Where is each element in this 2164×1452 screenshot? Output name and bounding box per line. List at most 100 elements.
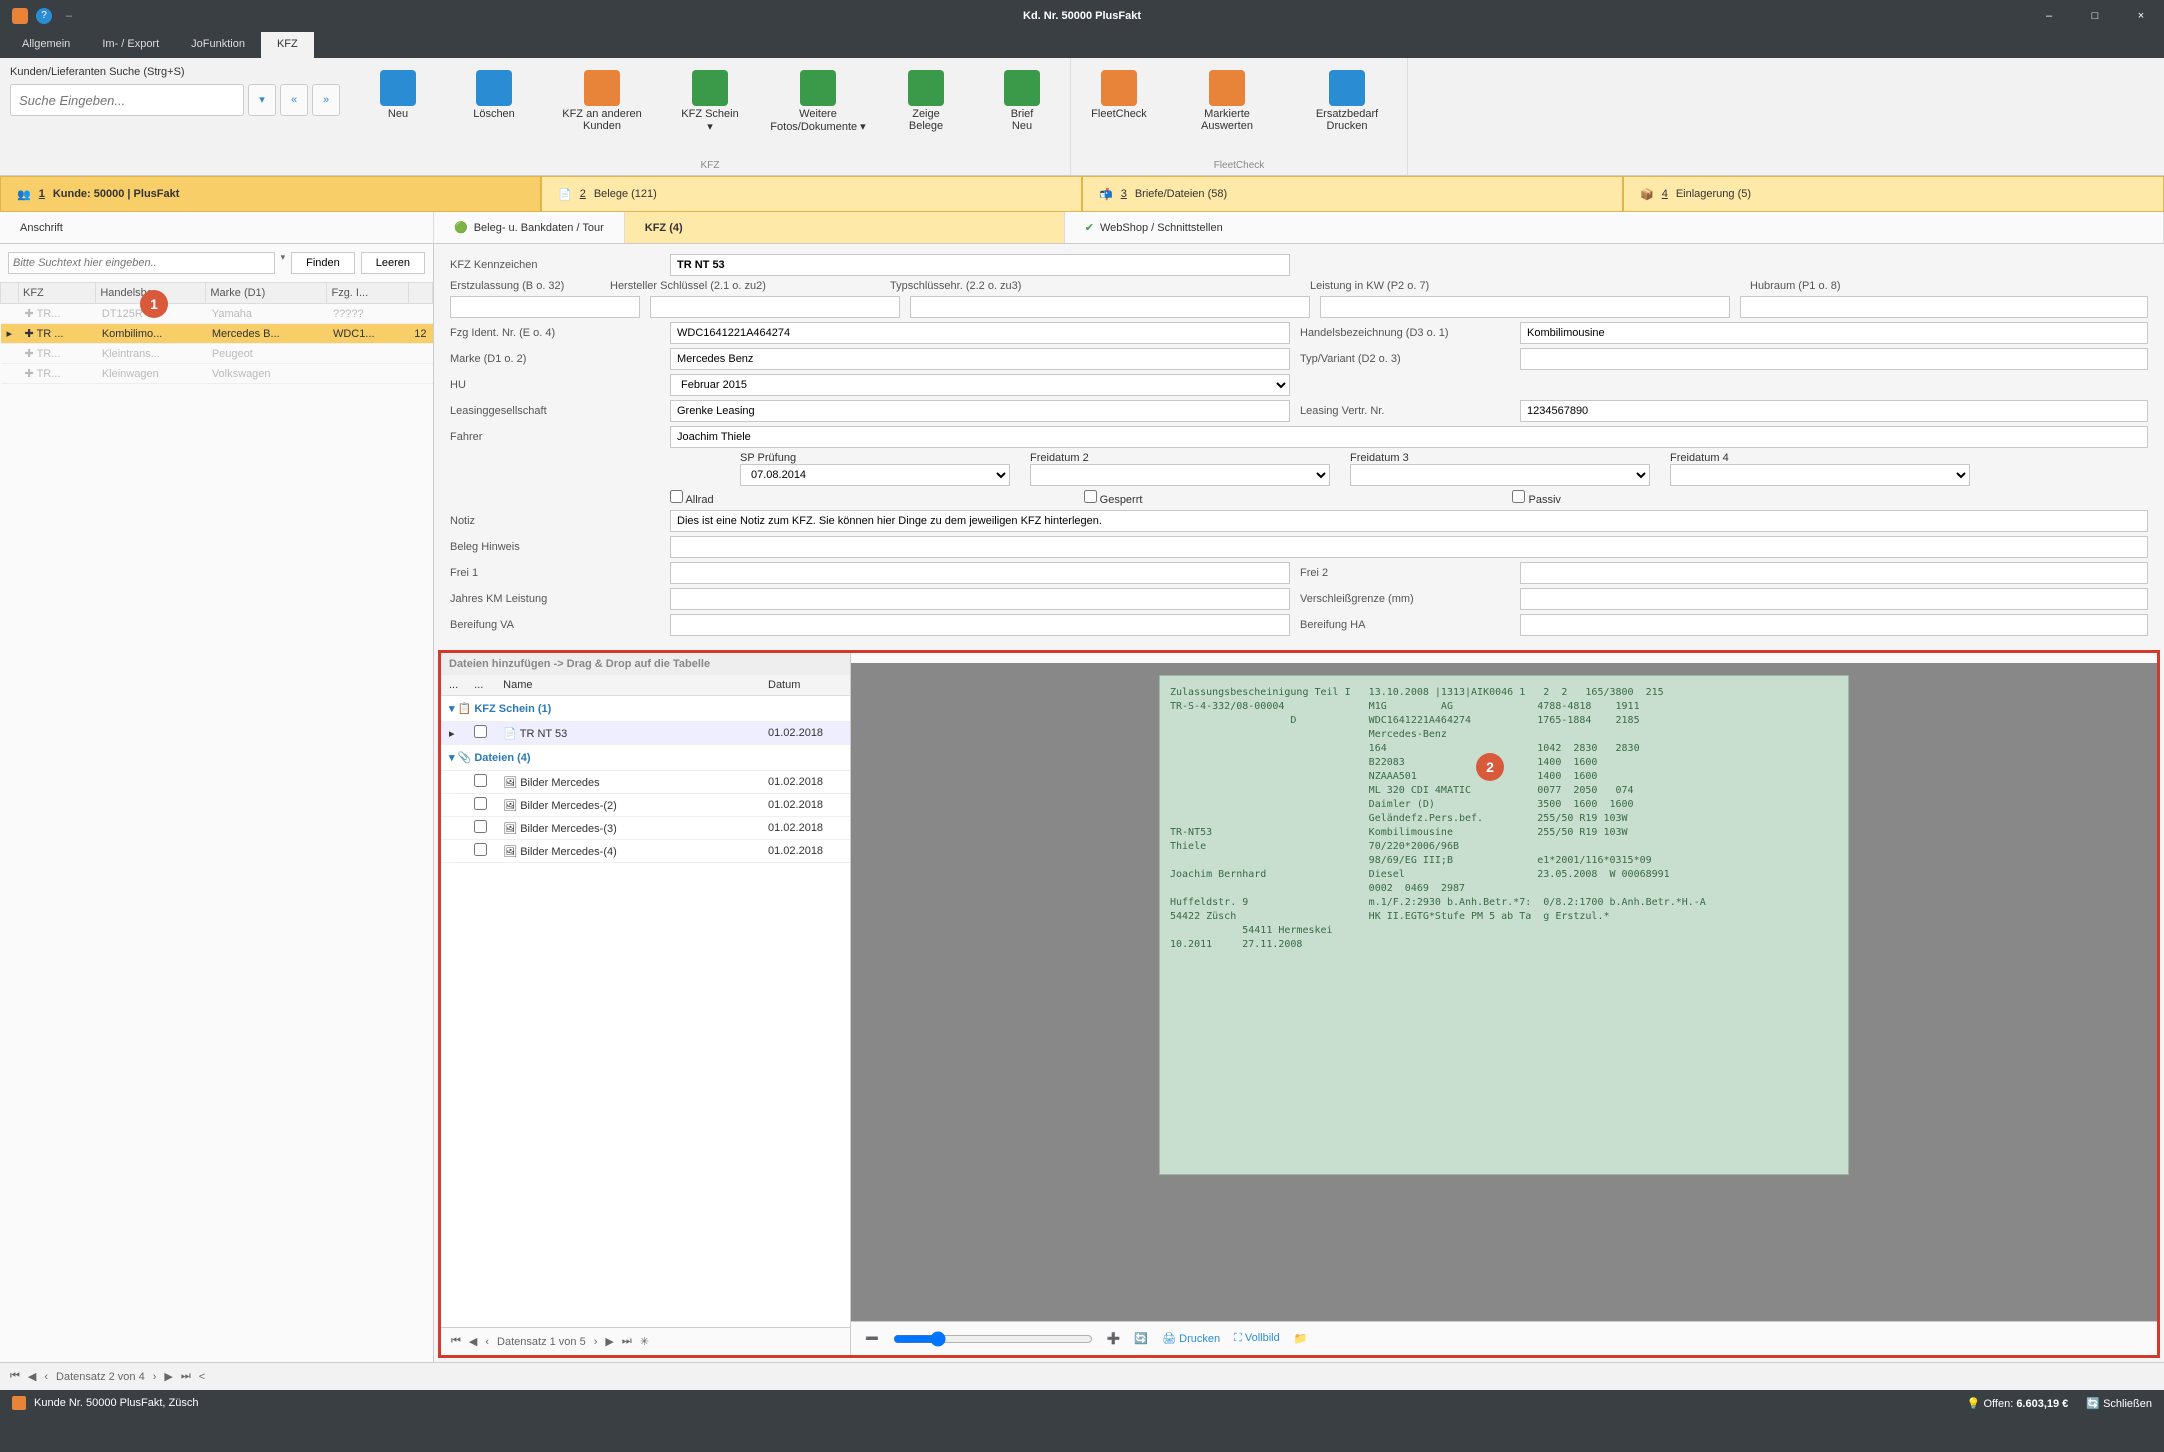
leasnr-input[interactable] [1520, 400, 2148, 422]
gesperrt-check[interactable]: Gesperrt [1084, 490, 1143, 506]
filter-input[interactable] [8, 252, 275, 274]
window-title: Kd. Nr. 50000 PlusFakt [1023, 10, 1141, 22]
status-close-button[interactable]: 🔄 Schließen [2086, 1397, 2152, 1410]
find-button[interactable]: Finden [291, 252, 355, 274]
folder-icon[interactable]: 📁 [1294, 1332, 1308, 1345]
filter-dropdown-icon[interactable]: ▾ [281, 252, 286, 274]
ribbon-zeige-belege[interactable]: Zeige Belege [878, 64, 974, 156]
handel-input[interactable] [1520, 322, 2148, 344]
fullscreen-button[interactable]: ⛶ Vollbild [1234, 1332, 1280, 1345]
badge-1: 1 [140, 290, 168, 318]
list-item[interactable]: 🖼 Bilder Mercedes-(3)01.02.2018 [441, 817, 850, 840]
ribbon-brief-neu[interactable]: Brief Neu [974, 64, 1070, 156]
menu-kfz[interactable]: KFZ [261, 32, 314, 58]
table-row[interactable]: ✚ TR...DT125RYamaha????? [1, 304, 433, 324]
typvar-input[interactable] [1520, 348, 2148, 370]
document-preview: Zulassungsbescheinigung Teil I 13.10.200… [1159, 675, 1849, 1175]
fzgid-input[interactable] [670, 322, 1290, 344]
ribbon-kfz-schein[interactable]: KFZ Schein ▾ [662, 64, 758, 156]
close-button[interactable]: × [2118, 0, 2164, 32]
fd3-select[interactable] [1350, 464, 1650, 486]
hubraum-input[interactable] [1740, 296, 2148, 318]
typs-input[interactable] [910, 296, 1310, 318]
passiv-check[interactable]: Passiv [1512, 490, 1560, 506]
menu-jofunktion[interactable]: JoFunktion [175, 32, 261, 58]
refresh-icon[interactable]: 🔄 [1134, 1332, 1148, 1345]
tab-kunde[interactable]: 👥1 Kunde: 50000 | PlusFakt [0, 176, 541, 212]
zoom-out-icon[interactable]: ➖ [865, 1332, 879, 1345]
leasg-input[interactable] [670, 400, 1290, 422]
maximize-button[interactable]: □ [2072, 0, 2118, 32]
left-panel: ▾ Finden Leeren KFZ Handelsbe... Marke (… [0, 244, 434, 1362]
tab-belege[interactable]: 📄2 Belege (121) [541, 176, 1082, 212]
menubar: Allgemein Im- / Export JoFunktion KFZ [0, 32, 2164, 58]
status-app-icon [12, 1396, 26, 1410]
preview-pane: Zulassungsbescheinigung Teil I 13.10.200… [851, 653, 2157, 1355]
subtab-anschrift[interactable]: Anschrift [0, 212, 434, 243]
subtab-beleg[interactable]: 🟢Beleg- u. Bankdaten / Tour [434, 212, 625, 243]
ribbon-markierte[interactable]: Markierte Auswerten [1167, 64, 1287, 156]
kfz-grid[interactable]: KFZ Handelsbe... Marke (D1) Fzg. I... ✚ … [0, 282, 433, 1362]
herst-input[interactable] [650, 296, 900, 318]
kfz-form: KFZ Kennzeichen Erstzulassung (B o. 32) … [434, 244, 2164, 646]
sp-select[interactable]: 07.08.2014 [740, 464, 1010, 486]
clear-button[interactable]: Leeren [361, 252, 425, 274]
frei1-input[interactable] [670, 562, 1290, 584]
bereifha-input[interactable] [1520, 614, 2148, 636]
section-tabs: 👥1 Kunde: 50000 | PlusFakt 📄2 Belege (12… [0, 176, 2164, 212]
marke-input[interactable] [670, 348, 1290, 370]
help-icon[interactable]: ? [36, 8, 52, 24]
ribbon-weitere-fotos[interactable]: Weitere Fotos/Dokumente ▾ [758, 64, 878, 156]
beleg-input[interactable] [670, 536, 2148, 558]
ribbon-group-kfz: KFZ [701, 156, 720, 175]
hu-select[interactable]: Februar 2015 [670, 374, 1290, 396]
subtab-webshop[interactable]: ✔WebShop / Schnittstellen [1065, 212, 2164, 243]
fd2-select[interactable] [1030, 464, 1330, 486]
fd4-select[interactable] [1670, 464, 1970, 486]
ribbon-ersatzbedarf[interactable]: Ersatzbedarf Drucken [1287, 64, 1407, 156]
list-item[interactable]: ▸📄 TR NT 5301.02.2018 [441, 722, 850, 745]
search-dropdown-button[interactable]: ▾ [248, 84, 276, 116]
list-item[interactable]: 🖼 Bilder Mercedes-(4)01.02.2018 [441, 840, 850, 863]
menu-allgemein[interactable]: Allgemein [6, 32, 86, 58]
erstzul-input[interactable] [450, 296, 640, 318]
app-icon [12, 8, 28, 24]
search-input[interactable] [10, 84, 244, 116]
kw-input[interactable] [1320, 296, 1730, 318]
notiz-input[interactable] [670, 510, 2148, 532]
search-next-button[interactable]: » [312, 84, 340, 116]
table-row[interactable]: ▸✚ TR ...Kombilimo...Mercedes B...WDC1..… [1, 324, 433, 344]
verschl-input[interactable] [1520, 588, 2148, 610]
zoom-slider[interactable] [893, 1331, 1093, 1347]
table-row[interactable]: ✚ TR...Kleintrans...Peugeot [1, 344, 433, 364]
zoom-in-icon[interactable]: ➕ [1107, 1332, 1121, 1345]
bereifva-input[interactable] [670, 614, 1290, 636]
subtab-kfz[interactable]: KFZ (4) [625, 212, 1065, 243]
allrad-check[interactable]: Allrad [670, 490, 714, 506]
ribbon: Kunden/Lieferanten Suche (Strg+S) ▾ « » … [0, 58, 2164, 176]
record-nav[interactable]: ⏮◀‹ Datensatz 2 von 4 ›▶⏭ < [0, 1362, 2164, 1390]
titlebar: ? ‒ Kd. Nr. 50000 PlusFakt – □ × [0, 0, 2164, 32]
list-item[interactable]: 🖼 Bilder Mercedes01.02.2018 [441, 771, 850, 794]
ribbon-kfz-andere[interactable]: KFZ an anderen Kunden [542, 64, 662, 156]
fahrer-input[interactable] [670, 426, 2148, 448]
tab-briefe[interactable]: 📬3 Briefe/Dateien (58) [1082, 176, 1623, 212]
frei2-input[interactable] [1520, 562, 2148, 584]
print-button[interactable]: 🖨 Drucken [1162, 1332, 1220, 1345]
search-label: Kunden/Lieferanten Suche (Strg+S) [10, 66, 340, 78]
status-offen: 💡 Offen: 6.603,19 € [1967, 1397, 2069, 1410]
files-preview-panel: Dateien hinzufügen -> Drag & Drop auf di… [438, 650, 2160, 1358]
search-prev-button[interactable]: « [280, 84, 308, 116]
ribbon-neu[interactable]: Neu [350, 64, 446, 156]
ribbon-loeschen[interactable]: Löschen [446, 64, 542, 156]
jahreskm-input[interactable] [670, 588, 1290, 610]
statusbar: Kunde Nr. 50000 PlusFakt, Züsch 💡 Offen:… [0, 1390, 2164, 1416]
table-row[interactable]: ✚ TR...KleinwagenVolkswagen [1, 364, 433, 384]
menu-imexport[interactable]: Im- / Export [86, 32, 175, 58]
ribbon-fleetcheck[interactable]: FleetCheck [1071, 64, 1167, 156]
file-nav[interactable]: ⏮◀‹ Datensatz 1 von 5 ›▶⏭✳ [441, 1327, 850, 1355]
kennzeichen-input[interactable] [670, 254, 1290, 276]
list-item[interactable]: 🖼 Bilder Mercedes-(2)01.02.2018 [441, 794, 850, 817]
minimize-button[interactable]: – [2026, 0, 2072, 32]
tab-einlagerung[interactable]: 📦4 Einlagerung (5) [1623, 176, 2164, 212]
